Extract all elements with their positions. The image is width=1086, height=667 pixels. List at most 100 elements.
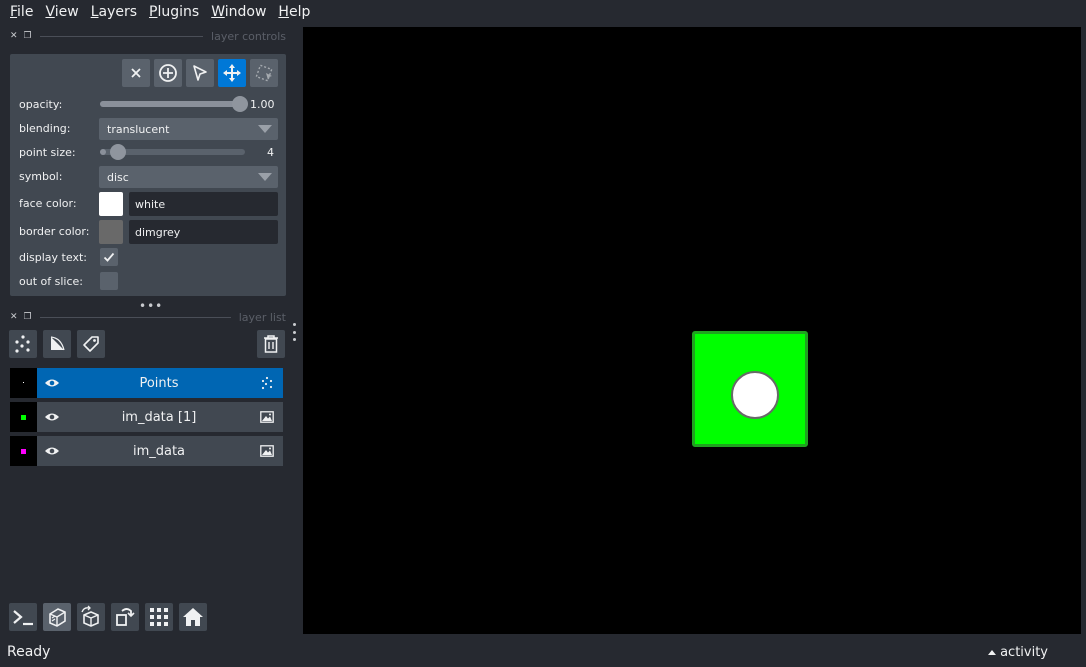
face-color-field[interactable]: white	[129, 192, 278, 216]
symbol-label: symbol:	[19, 170, 63, 183]
layer-name[interactable]: Points	[67, 376, 251, 391]
thumbnail-square	[21, 449, 26, 454]
viewer-canvas[interactable]	[303, 27, 1081, 634]
point-size-value: 4	[267, 146, 274, 159]
menu-plugins[interactable]: Plugins	[143, 4, 205, 20]
layer-list-title: layer list	[238, 310, 286, 324]
point-size-label: point size:	[19, 146, 76, 159]
new-points-layer-button[interactable]	[9, 330, 37, 358]
visibility-toggle[interactable]	[37, 411, 67, 423]
dock-close-icon[interactable]: ✕	[10, 31, 18, 41]
grid-icon	[150, 608, 168, 626]
select-points-button[interactable]	[186, 59, 214, 87]
eye-icon	[45, 447, 59, 455]
eye-icon	[45, 379, 59, 387]
symbol-value: disc	[107, 170, 129, 184]
roll-cube-icon	[81, 605, 99, 627]
cube-2d-3d-icon	[49, 608, 66, 627]
layer-list-titlebar: ✕ ❐ layer list	[10, 310, 286, 324]
points-icon	[261, 376, 273, 390]
transpose-dimensions-button[interactable]	[111, 603, 139, 631]
point-size-slider-handle[interactable]	[109, 144, 126, 160]
opacity-label: opacity:	[19, 98, 63, 111]
chevron-down-icon	[258, 125, 272, 133]
layer-name[interactable]: im_data [1]	[67, 410, 251, 425]
thumbnail-square	[21, 415, 26, 420]
close-icon	[131, 68, 141, 78]
add-circle-icon	[159, 64, 177, 82]
status-text: Ready	[7, 644, 51, 660]
layer-row-points[interactable]: Points	[10, 368, 283, 398]
border-color-label: border color:	[19, 225, 90, 238]
move-arrows-icon	[223, 64, 241, 82]
delete-selected-points-button[interactable]	[122, 59, 150, 87]
display-text-checkbox[interactable]	[100, 248, 118, 266]
transform-icon	[255, 64, 273, 82]
visibility-toggle[interactable]	[37, 445, 67, 457]
visibility-toggle[interactable]	[37, 377, 67, 389]
trash-icon	[264, 335, 278, 353]
blending-label: blending:	[19, 122, 71, 135]
point-size-slider[interactable]	[100, 144, 245, 160]
image-icon	[260, 411, 274, 423]
layer-thumbnail	[10, 436, 37, 466]
transform-button[interactable]	[250, 59, 278, 87]
pan-zoom-button[interactable]	[218, 59, 246, 87]
activity-button[interactable]: activity	[988, 645, 1048, 660]
dock-float-icon[interactable]: ❐	[24, 31, 32, 41]
eye-icon	[45, 413, 59, 421]
out-of-slice-label: out of slice:	[19, 275, 83, 288]
opacity-slider[interactable]	[100, 96, 248, 112]
shapes-icon	[50, 336, 65, 351]
face-color-label: face color:	[19, 197, 77, 210]
layer-controls-title: layer controls	[211, 29, 286, 43]
add-points-button[interactable]	[154, 59, 182, 87]
dock-close-icon[interactable]: ✕	[10, 312, 18, 322]
point-marker[interactable]	[731, 371, 779, 419]
menu-view[interactable]: View	[39, 4, 84, 20]
new-labels-layer-button[interactable]	[77, 330, 105, 358]
checkmark-icon	[103, 252, 115, 262]
terminal-icon	[13, 610, 33, 626]
menu-window[interactable]: Window	[205, 4, 272, 20]
console-button[interactable]	[9, 603, 37, 631]
layer-type-indicator	[251, 445, 283, 457]
menu-bar: File View Layers Plugins Window Help	[0, 0, 1086, 24]
layer-thumbnail	[10, 402, 37, 432]
point-size-slider-fill	[100, 149, 106, 155]
face-color-swatch[interactable]	[99, 192, 123, 216]
label-tag-icon	[83, 336, 99, 352]
transpose-icon	[116, 608, 135, 626]
layer-row-im-data[interactable]: im_data	[10, 436, 283, 466]
image-icon	[260, 445, 274, 457]
opacity-slider-handle[interactable]	[232, 96, 248, 112]
blending-value: translucent	[107, 122, 170, 136]
border-color-swatch[interactable]	[99, 220, 123, 244]
opacity-slider-fill	[100, 101, 240, 107]
blending-combobox[interactable]: translucent	[99, 118, 278, 140]
menu-file[interactable]: File	[4, 4, 39, 20]
roll-dimensions-button[interactable]	[77, 603, 105, 631]
layer-name[interactable]: im_data	[67, 444, 251, 459]
layer-controls-titlebar: ✕ ❐ layer controls	[10, 29, 286, 43]
caret-up-icon	[988, 650, 997, 655]
chevron-down-icon	[258, 173, 272, 181]
points-icon	[15, 335, 30, 353]
face-color-value: white	[135, 197, 166, 211]
dock-resize-handle[interactable]	[293, 323, 297, 341]
symbol-combobox[interactable]: disc	[99, 166, 278, 188]
menu-help[interactable]: Help	[272, 4, 316, 20]
mode-buttons	[122, 59, 278, 87]
border-color-field[interactable]: dimgrey	[129, 220, 278, 244]
menu-layers[interactable]: Layers	[85, 4, 143, 20]
dock-float-icon[interactable]: ❐	[24, 312, 32, 322]
new-shapes-layer-button[interactable]	[43, 330, 71, 358]
display-text-label: display text:	[19, 251, 87, 264]
delete-layer-button[interactable]	[257, 330, 285, 358]
grid-view-button[interactable]	[145, 603, 173, 631]
layer-row-im-data-1[interactable]: im_data [1]	[10, 402, 283, 432]
out-of-slice-checkbox[interactable]	[100, 272, 118, 290]
reset-view-button[interactable]	[179, 603, 207, 631]
toggle-ndisplay-button[interactable]	[43, 603, 71, 631]
layer-thumbnail	[10, 368, 37, 398]
